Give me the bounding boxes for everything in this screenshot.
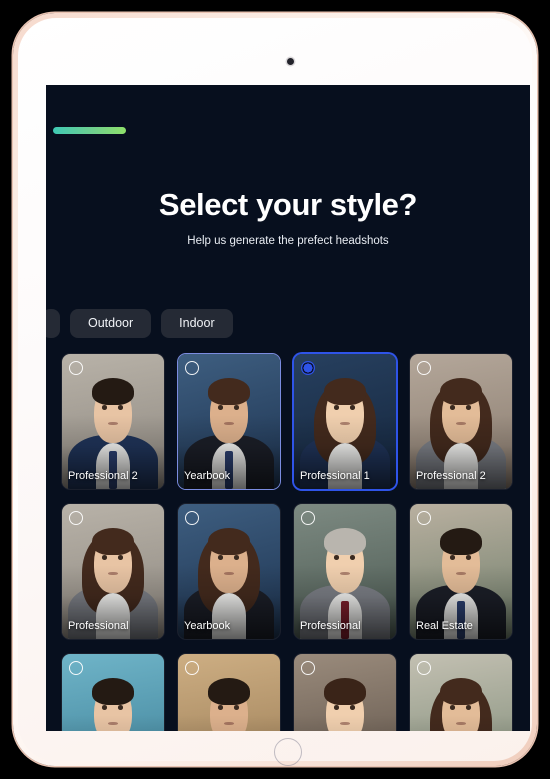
filter-tab-outdoor[interactable]: Outdoor [70,308,152,338]
filter-tab-label: Outdoor [88,316,134,330]
style-card-label: Real Estate [416,620,473,632]
style-card[interactable] [409,653,513,731]
style-card[interactable]: Professional [293,503,397,640]
style-card-label: Yearbook [184,620,231,632]
style-card[interactable]: Real Estate [409,503,513,640]
style-card[interactable]: Yearbook [177,353,281,490]
style-card-label: Professional 2 [68,470,138,482]
style-card[interactable] [293,653,397,731]
style-card[interactable] [61,653,165,731]
radio-unselected-icon[interactable] [301,511,315,525]
style-card-grid: Professional 2 Yearbook Professional 1 P… [61,353,515,731]
page-subtitle: Help us generate the prefect headshots [187,235,389,247]
radio-selected-icon[interactable] [301,361,315,375]
style-card-label: Professional 2 [416,470,486,482]
style-card[interactable]: Professional 1 [293,353,397,490]
style-card-label: Professional 1 [300,470,370,482]
style-card[interactable]: Professional 2 [61,353,165,490]
page-title: Select your style? [158,187,418,222]
radio-unselected-icon[interactable] [185,661,199,675]
style-card[interactable]: Professional 2 [409,353,513,490]
front-camera-dot-icon [287,58,294,65]
home-button[interactable] [274,738,302,766]
radio-unselected-icon[interactable] [417,361,431,375]
radio-unselected-icon[interactable] [69,661,83,675]
radio-unselected-icon[interactable] [417,511,431,525]
style-filter-tabs[interactable]: Outdoor Indoor [46,306,530,340]
style-card[interactable] [177,653,281,731]
style-card-label: Professional [300,620,361,632]
onboarding-progress-bar [53,127,313,134]
style-card[interactable]: Professional [61,503,165,640]
style-card[interactable]: Yearbook [177,503,281,640]
radio-unselected-icon[interactable] [185,361,199,375]
radio-unselected-icon[interactable] [417,661,431,675]
radio-unselected-icon[interactable] [301,661,315,675]
progress-bar-fill [53,127,126,134]
filter-tab-indoor[interactable]: Indoor [161,308,233,338]
filter-tab-label: Indoor [179,316,215,330]
radio-unselected-icon[interactable] [185,511,199,525]
filter-tab-clipped[interactable] [46,308,60,338]
radio-unselected-icon[interactable] [69,361,83,375]
app-screen: Select your style? Help us generate the … [46,85,530,731]
tablet-device-frame: Select your style? Help us generate the … [13,13,537,766]
style-card-label: Professional [68,620,129,632]
radio-unselected-icon[interactable] [69,511,83,525]
style-card-label: Yearbook [184,470,231,482]
